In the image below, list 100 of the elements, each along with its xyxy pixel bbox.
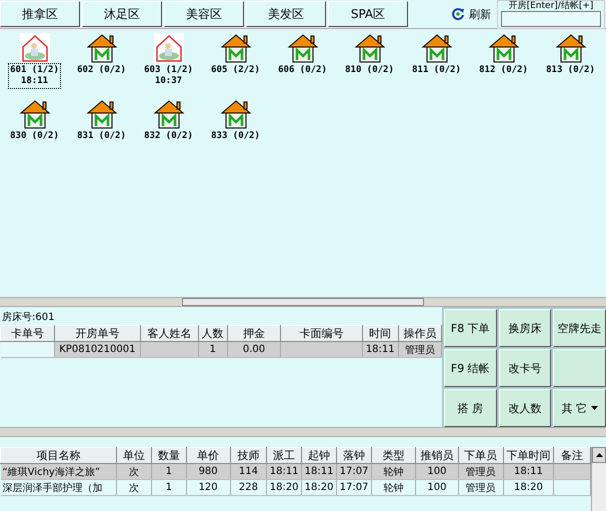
column-header: 卡单号 — [0, 326, 54, 342]
column-header: 项目名称 — [0, 448, 117, 464]
action-button[interactable]: 改卡号 — [498, 349, 552, 387]
splitter-handle[interactable] — [182, 298, 424, 306]
quick-open-field[interactable] — [501, 10, 601, 26]
room-label[interactable]: 813 (0/2) — [544, 63, 597, 78]
zone-tab[interactable]: 沐足区 — [82, 1, 162, 27]
house-icon — [86, 99, 118, 129]
refresh-icon — [451, 7, 465, 21]
occupied-room-icon — [154, 33, 184, 63]
table-cell: 18:11 — [362, 342, 398, 358]
column-header: 押金 — [227, 326, 281, 342]
room-label[interactable]: 831 (0/2) — [75, 129, 128, 144]
panel-title: 房床号:601 — [1, 310, 56, 325]
house-icon — [354, 33, 386, 63]
table-cell: 18:20 — [266, 480, 302, 496]
column-header: 时间 — [362, 326, 398, 342]
zone-tab[interactable]: 推拿区 — [0, 1, 80, 27]
table-cell: 228 — [230, 480, 267, 496]
table-cell: 114 — [230, 464, 267, 480]
table-cell: 次 — [116, 464, 152, 480]
column-header: 卡面编号 — [280, 326, 362, 342]
action-button[interactable]: F9 结帐 — [444, 349, 497, 387]
column-header: 人数 — [198, 326, 227, 342]
blank-button[interactable] — [553, 349, 606, 387]
table-cell: 管理员 — [458, 480, 503, 496]
table-cell: 1 — [151, 480, 186, 496]
room-label[interactable]: 811 (0/2) — [410, 63, 463, 78]
table-cell: 980 — [186, 464, 230, 480]
house-icon — [554, 33, 586, 63]
room-label[interactable]: 833 (0/2) — [209, 129, 262, 144]
action-button[interactable]: 搭 房 — [444, 389, 497, 427]
table-cell: 管理员 — [398, 342, 442, 358]
table-cell: 0.00 — [227, 342, 281, 358]
table-cell: 100 — [416, 480, 458, 496]
column-header: 备注 — [554, 448, 590, 464]
column-header: 下单时间 — [503, 448, 554, 464]
zone-tab[interactable]: SPA区 — [328, 1, 408, 27]
house-icon — [286, 33, 318, 63]
room-label[interactable]: 812 (0/2) — [477, 63, 530, 78]
zone-tab[interactable]: 美容区 — [164, 1, 244, 27]
table-cell: 120 — [186, 480, 230, 496]
table-cell: 18:20 — [302, 480, 337, 496]
scrollbar[interactable] — [591, 447, 606, 511]
up-arrow-icon — [596, 453, 602, 457]
column-header: 单价 — [186, 448, 230, 464]
table-cell — [554, 464, 590, 480]
table-cell: 次 — [116, 480, 152, 496]
occupied-room-icon — [20, 33, 50, 63]
room-label[interactable]: 605 (2/2) — [209, 63, 262, 78]
house-icon — [18, 99, 50, 129]
room-label[interactable]: 810 (0/2) — [343, 63, 396, 78]
action-button[interactable]: F8 下单 — [444, 309, 497, 347]
table-cell: 17:07 — [336, 480, 372, 496]
table-cell: 100 — [416, 464, 458, 480]
refresh-button[interactable]: 刷新 — [445, 6, 497, 22]
column-header: 开房单号 — [54, 326, 140, 342]
action-button[interactable]: 其 它 — [553, 389, 606, 427]
house-icon — [220, 99, 252, 129]
column-header: 派工 — [266, 448, 302, 464]
column-header: 单位 — [116, 448, 152, 464]
column-header: 数量 — [151, 448, 186, 464]
splitter[interactable] — [0, 427, 606, 437]
column-header: 起钟 — [302, 448, 337, 464]
room-label[interactable]: 602 (0/2) — [75, 63, 128, 78]
table-cell: 18:11 — [266, 464, 302, 480]
house-icon — [152, 99, 184, 129]
house-icon — [420, 33, 452, 63]
splitter[interactable] — [0, 297, 606, 307]
room-label[interactable]: 832 (0/2) — [142, 129, 195, 144]
room-label[interactable]: 830 (0/2) — [8, 129, 61, 144]
house-icon — [220, 33, 252, 63]
table-cell: 1 — [151, 464, 186, 480]
action-button[interactable]: 改人数 — [498, 389, 552, 427]
action-button[interactable]: 空牌先走 — [553, 309, 606, 347]
quick-open-label: 开房[Enter]/结帐[+] — [508, 0, 594, 10]
column-header: 技师 — [230, 448, 267, 464]
zone-tab[interactable]: 美发区 — [246, 1, 326, 27]
room-label[interactable]: 603 (1/2) 10:37 — [142, 63, 195, 89]
room-label[interactable]: 606 (0/2) — [276, 63, 329, 78]
room-label[interactable]: 601 (1/2) 18:11 — [8, 63, 61, 89]
table-cell: 深层润泽手部护理（加 — [0, 480, 117, 496]
table-cell: 轮钟 — [371, 464, 416, 480]
table-cell: 18:11 — [503, 464, 554, 480]
table-cell: KP0810210001 — [54, 342, 140, 358]
column-header: 下单员 — [458, 448, 503, 464]
column-header: 落钟 — [336, 448, 372, 464]
table-cell: 18:11 — [302, 464, 337, 480]
column-header: 操作员 — [398, 326, 442, 342]
house-icon — [488, 33, 520, 63]
table-cell: 17:07 — [336, 464, 372, 480]
table-cell: “維琪Vichy海洋之旅” — [0, 464, 117, 480]
table-cell: 18:20 — [503, 480, 554, 496]
table-cell — [140, 342, 198, 358]
column-header: 推销员 — [416, 448, 458, 464]
house-icon — [86, 33, 118, 63]
action-button[interactable]: 换房床 — [498, 309, 552, 347]
caret-icon — [590, 406, 598, 410]
table-cell — [554, 480, 590, 496]
table-cell: 管理员 — [458, 464, 503, 480]
